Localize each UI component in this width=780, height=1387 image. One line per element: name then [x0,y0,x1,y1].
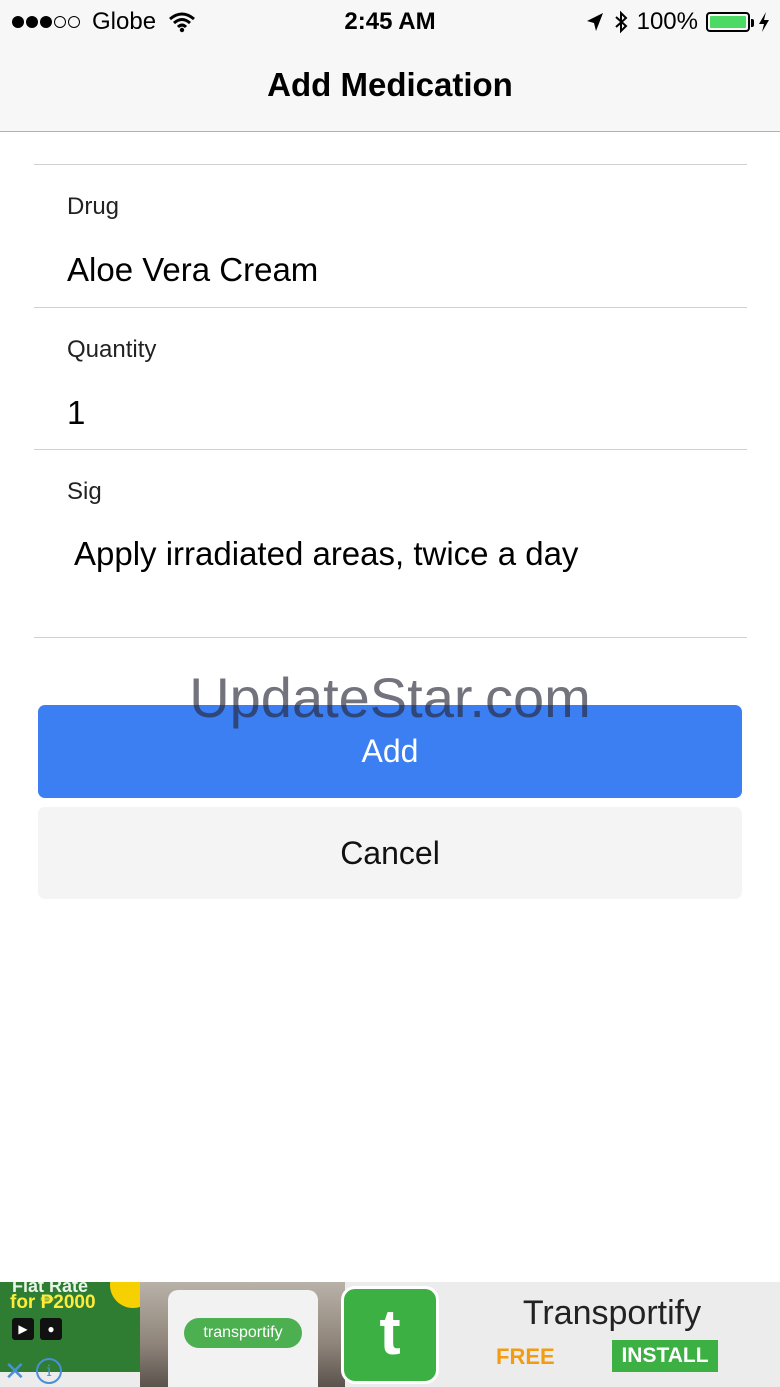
page-title: Add Medication [267,66,513,103]
apple-store-icon: ● [40,1318,62,1340]
status-right: 100% [585,8,770,36]
ad-promo-line2: for ₱2000 [10,1292,96,1313]
location-arrow-icon [586,13,603,31]
battery-icon [706,12,754,32]
quantity-label: Quantity [67,336,157,363]
navigation-bar: Add Medication [0,44,780,132]
battery-percent: 100% [636,8,698,35]
ad-install-button[interactable]: INSTALL [612,1340,718,1372]
sig-label: Sig [67,478,102,505]
van-logo: transportify [184,1318,302,1348]
charging-bolt-icon [759,12,769,32]
close-x-icon[interactable]: ✕ [4,1358,26,1384]
drug-input[interactable]: Aloe Vera Cream [67,251,318,289]
battery-cap [751,19,754,27]
transportify-logo-icon[interactable]: t [341,1286,439,1384]
bluetooth-icon [614,10,628,34]
quantity-field[interactable]: Quantity 1 [34,308,747,450]
drug-label: Drug [67,193,120,220]
drug-field[interactable]: Drug Aloe Vera Cream [34,165,747,308]
add-button[interactable]: Add [38,705,742,798]
cancel-button[interactable]: Cancel [38,807,742,899]
van-shape: transportify [168,1290,318,1387]
battery-level [710,16,746,28]
ad-van-image[interactable]: transportify [140,1282,345,1387]
ad-price: FREE [496,1344,555,1369]
sig-field[interactable]: Sig Apply irradiated areas, twice a day [34,450,747,638]
status-bar: Globe 2:45 AM 100% [0,0,780,44]
quantity-input[interactable]: 1 [67,394,85,432]
info-icon[interactable]: i [36,1358,62,1384]
ad-app-name[interactable]: Transportify [470,1294,754,1333]
sig-input[interactable]: Apply irradiated areas, twice a day [74,535,578,573]
ad-banner[interactable]: Flat Rate for ₱2000 ▶ ● transportify t T… [0,1282,780,1387]
medication-form: Drug Aloe Vera Cream Quantity 1 Sig Appl… [34,164,747,638]
play-store-icon: ▶ [12,1318,34,1340]
